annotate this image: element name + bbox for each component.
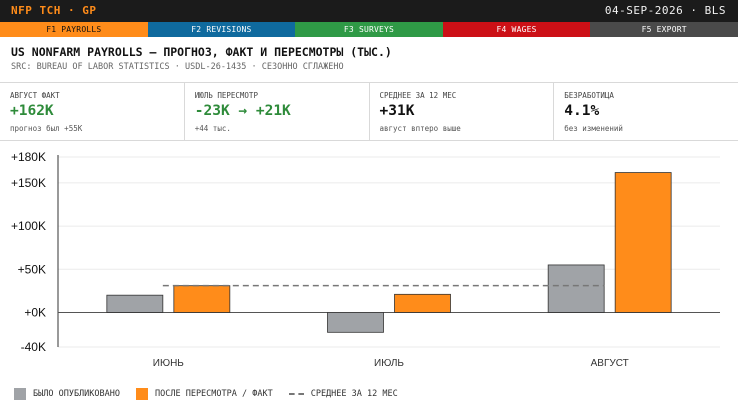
y-tick-label: +180K xyxy=(11,150,46,164)
tab-wages[interactable]: F4 WAGES xyxy=(442,22,591,37)
bar-revised xyxy=(394,293,451,313)
bar-revised xyxy=(173,285,231,313)
metric-label: СРЕДНЕЕ ЗА 12 МЕС xyxy=(379,91,457,100)
metrics-strip: АВГУСТ ФАКТ +162K прогноз был +55K ИЮЛЬ … xyxy=(0,82,738,141)
tab-revisions[interactable]: F2 REVISIONS xyxy=(147,22,296,37)
brand-label: NFP TCH · GP xyxy=(11,4,97,17)
page-subtitle: SRC: BUREAU OF LABOR STATISTICS · USDL-2… xyxy=(11,62,344,72)
metric-12m-average: СРЕДНЕЕ ЗА 12 МЕС +31K август вптеро выш… xyxy=(368,83,554,140)
legend-swatch-gray xyxy=(14,388,26,400)
tab-payrolls[interactable]: F1 PAYROLLS xyxy=(0,22,148,37)
y-tick-label: +100K xyxy=(11,219,46,233)
x-tick-label: ИЮЛЬ xyxy=(374,358,404,369)
payrolls-chart: -40K +0K +50K +100K +150K +180K ИЮНЬ ИЮЛЬ АВГУСТ xyxy=(11,150,720,369)
metric-label: БЕЗРАБОТИЦА xyxy=(564,91,614,100)
metric-august-actual: АВГУСТ ФАКТ +162K прогноз был +55K xyxy=(0,83,184,140)
y-tick-label: -40K xyxy=(21,340,46,354)
metric-value: -23K → +21K xyxy=(194,103,291,119)
y-tick-label: +150K xyxy=(11,176,46,190)
bar-published xyxy=(106,294,164,313)
metric-value: 4.1% xyxy=(564,103,600,119)
date-label: 04-SEP-2026 · BLS xyxy=(604,4,726,17)
legend-label: СРЕДНЕЕ ЗА 12 МЕС xyxy=(310,389,398,399)
legend-item-revised: ПОСЛЕ ПЕРЕСМОТРА / ФАКТ xyxy=(136,388,273,400)
metric-note: +44 тыс. xyxy=(194,124,231,133)
metric-value: +31K xyxy=(379,103,415,119)
bar-published xyxy=(547,264,605,313)
bar-published xyxy=(327,312,384,333)
metric-july-revision: ИЮЛЬ ПЕРЕСМОТР -23K → +21K +44 тыс. xyxy=(183,83,369,140)
legend-item-published: БЫЛО ОПУБЛИКОВАНО xyxy=(14,388,120,400)
tab-surveys[interactable]: F3 SURVEYS xyxy=(295,22,443,37)
y-tick-label: +0K xyxy=(24,305,46,319)
metric-value: +162K xyxy=(10,103,54,119)
metric-label: АВГУСТ ФАКТ xyxy=(10,91,60,100)
legend-label: БЫЛО ОПУБЛИКОВАНО xyxy=(33,389,120,399)
metric-note: август вптеро выше xyxy=(379,124,461,133)
function-tabs: F1 PAYROLLS F2 REVISIONS F3 SURVEYS F4 W… xyxy=(0,22,738,37)
x-tick-label: АВГУСТ xyxy=(591,358,629,369)
metric-unemployment: БЕЗРАБОТИЦА 4.1% без изменений xyxy=(553,83,738,140)
metric-note: без изменений xyxy=(564,124,623,133)
legend-swatch-orange xyxy=(136,388,148,400)
legend-dash-line xyxy=(288,393,304,395)
bar-revised xyxy=(614,172,672,313)
legend-label: ПОСЛЕ ПЕРЕСМОТРА / ФАКТ xyxy=(155,389,273,399)
y-tick-label: +50K xyxy=(18,262,46,276)
legend-item-average: СРЕДНЕЕ ЗА 12 МЕС xyxy=(288,389,398,399)
metric-label: ИЮЛЬ ПЕРЕСМОТР xyxy=(194,91,258,100)
chart-legend: БЫЛО ОПУБЛИКОВАНО ПОСЛЕ ПЕРЕСМОТРА / ФАК… xyxy=(14,388,414,400)
tab-export[interactable]: F5 EXPORT xyxy=(590,22,738,37)
x-tick-label: ИЮНЬ xyxy=(153,358,185,369)
metric-note: прогноз был +55K xyxy=(10,124,83,133)
page-title: US NONFARM PAYROLLS — ПРОГНОЗ, ФАКТ И ПЕ… xyxy=(11,45,392,59)
top-bar: NFP TCH · GP 04-SEP-2026 · BLS xyxy=(0,0,738,22)
